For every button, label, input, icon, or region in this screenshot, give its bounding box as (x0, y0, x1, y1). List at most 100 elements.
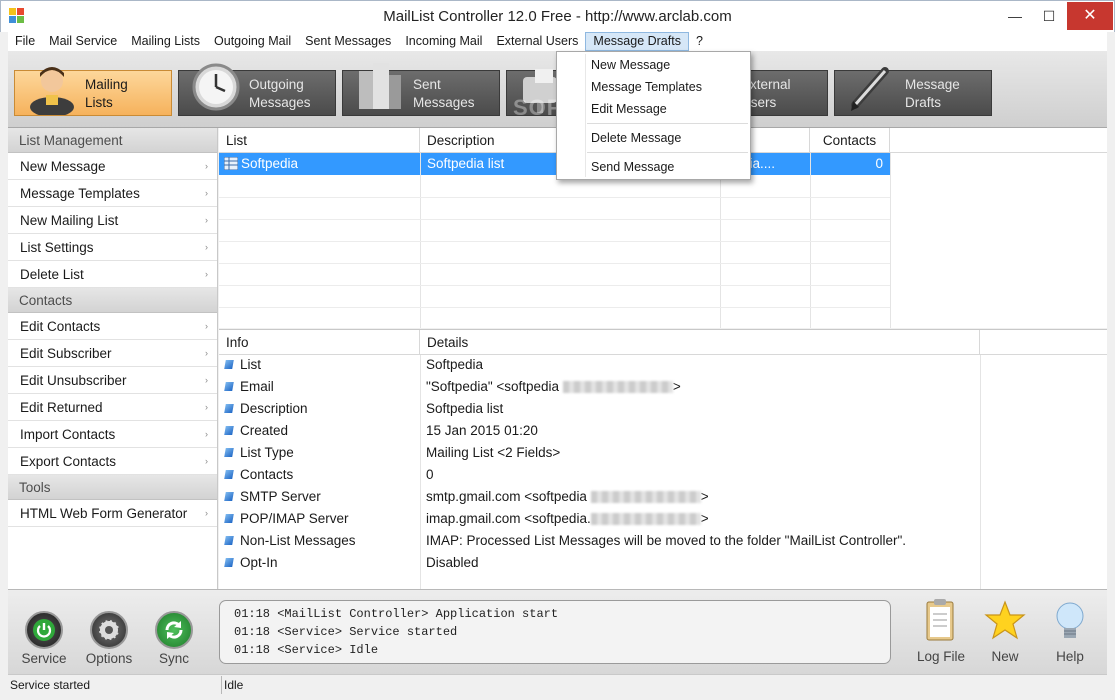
sidebar-item-edit-unsubscriber[interactable]: Edit Unsubscriber › (8, 367, 217, 394)
sidebar-item-message-templates[interactable]: Message Templates › (8, 180, 217, 207)
new-button[interactable]: New (975, 598, 1035, 664)
column-header-details[interactable]: Details (420, 330, 980, 355)
menu-mail-service[interactable]: Mail Service (42, 32, 124, 51)
sidebar-section-tools: Tools (8, 475, 217, 500)
sidebar-item-label: Import Contacts (20, 427, 116, 442)
sidebar-item-label: Delete List (20, 267, 84, 282)
list-name-cell[interactable]: Softpedia (219, 153, 420, 175)
detail-row-list-type[interactable]: List Type Mailing List <2 Fields> (219, 442, 1107, 464)
diamond-bullet-icon (224, 360, 234, 369)
detail-value: Softpedia (426, 357, 484, 372)
chevron-right-icon: › (205, 402, 208, 412)
toolbar-sent-messages[interactable]: Sent Messages (342, 63, 500, 116)
sync-button[interactable]: Sync (144, 611, 204, 666)
detail-value: 15 Jan 2015 01:20 (426, 423, 538, 438)
clipboard-icon (926, 599, 954, 641)
minimize-button[interactable]: — (998, 2, 1032, 30)
options-button[interactable]: Options (79, 611, 139, 666)
sidebar-item-delete-list[interactable]: Delete List › (8, 261, 217, 288)
detail-row-pop-imap-server[interactable]: POP/IMAP Server imap.gmail.com <softpedi… (219, 508, 1107, 530)
column-header-contacts[interactable]: Contacts (810, 128, 890, 153)
chevron-right-icon: › (205, 242, 208, 252)
sidebar-item-new-message[interactable]: New Message › (8, 153, 217, 180)
sidebar-item-label: New Mailing List (20, 213, 119, 228)
menu-help[interactable]: ? (689, 32, 710, 51)
sidebar-item-import-contacts[interactable]: Import Contacts › (8, 421, 217, 448)
chevron-right-icon: › (205, 269, 208, 279)
detail-row-email[interactable]: Email "Softpedia" <softpedia > (219, 376, 1107, 398)
toolbar-drafts-line1: Message (905, 77, 960, 92)
chevron-right-icon: › (205, 348, 208, 358)
sidebar-item-edit-subscriber[interactable]: Edit Subscriber › (8, 340, 217, 367)
detail-value: IMAP: Processed List Messages will be mo… (426, 533, 907, 548)
sidebar-item-export-contacts[interactable]: Export Contacts › (8, 448, 217, 475)
menu-sent-messages[interactable]: Sent Messages (298, 32, 398, 51)
detail-key: Opt-In (240, 555, 278, 570)
list-contacts-cell[interactable]: 0 (810, 153, 890, 175)
menu-external-users[interactable]: External Users (489, 32, 585, 51)
detail-value: 0 (426, 467, 434, 482)
chevron-right-icon: › (205, 456, 208, 466)
menu-mailing-lists[interactable]: Mailing Lists (124, 32, 207, 51)
sidebar-item-label: Edit Unsubscriber (20, 373, 127, 388)
detail-key: SMTP Server (240, 489, 321, 504)
service-button[interactable]: Service (14, 611, 74, 666)
diamond-bullet-icon (224, 426, 234, 435)
detail-row-description[interactable]: Description Softpedia list (219, 398, 1107, 420)
sidebar-item-new-mailing-list[interactable]: New Mailing List › (8, 207, 217, 234)
help-button[interactable]: Help (1040, 598, 1100, 664)
redacted-text (562, 381, 673, 394)
detail-row-opt-in[interactable]: Opt-In Disabled (219, 552, 1107, 574)
detail-key: Email (240, 379, 274, 394)
user-avatar-icon (30, 67, 74, 115)
sidebar-item-edit-contacts[interactable]: Edit Contacts › (8, 313, 217, 340)
redacted-text (590, 513, 701, 526)
detail-value: Disabled (426, 555, 479, 570)
sidebar-item-list-settings[interactable]: List Settings › (8, 234, 217, 261)
detail-row-non-list-messages[interactable]: Non-List Messages IMAP: Processed List M… (219, 530, 1107, 552)
table-row[interactable]: Softpedia Softpedia list pedia.... 0 (219, 153, 890, 175)
sync-icon (155, 611, 193, 649)
chevron-right-icon: › (205, 188, 208, 198)
toolbar-message-drafts[interactable]: Message Drafts (834, 67, 992, 116)
toolbar-outgoing-line2: Messages (249, 95, 311, 110)
sidebar-item-edit-returned[interactable]: Edit Returned › (8, 394, 217, 421)
menu-outgoing-mail[interactable]: Outgoing Mail (207, 32, 298, 51)
toolbar-mailing-lists[interactable]: Mailing Lists (14, 67, 172, 116)
column-header-list[interactable]: List (219, 128, 420, 153)
toolbar-outgoing-messages[interactable]: Outgoing Messages (178, 63, 336, 116)
diamond-bullet-icon (224, 536, 234, 545)
diamond-bullet-icon (224, 558, 234, 567)
detail-key: POP/IMAP Server (240, 511, 349, 526)
new-label: New (991, 649, 1019, 664)
detail-value-tail: > (672, 379, 681, 394)
toolbar-sent-line2: Messages (413, 95, 475, 110)
sidebar-item-html-web-form-generator[interactable]: HTML Web Form Generator › (8, 500, 217, 527)
detail-row-created[interactable]: Created 15 Jan 2015 01:20 (219, 420, 1107, 442)
detail-row-smtp-server[interactable]: SMTP Server smtp.gmail.com <softpedia > (219, 486, 1107, 508)
toolbar-mailing-lists-line2: Lists (85, 95, 113, 110)
chevron-right-icon: › (205, 161, 208, 171)
maximize-button[interactable]: ☐ (1032, 2, 1066, 30)
detail-value: Mailing List <2 Fields> (426, 445, 561, 460)
options-button-label: Options (85, 651, 133, 666)
close-button[interactable]: ✕ (1067, 2, 1113, 30)
toolbar-sent-line1: Sent (413, 77, 441, 92)
column-header-info[interactable]: Info (219, 330, 420, 355)
detail-row-contacts[interactable]: Contacts 0 (219, 464, 1107, 486)
chevron-right-icon: › (205, 508, 208, 518)
menu-incoming-mail[interactable]: Incoming Mail (398, 32, 489, 51)
list-name: Softpedia (241, 156, 299, 171)
detail-row-list[interactable]: List Softpedia (219, 354, 1107, 376)
sidebar-section-list-management: List Management (8, 128, 217, 153)
pen-icon (851, 67, 889, 111)
detail-value: imap.gmail.com <softpedia. (426, 511, 591, 526)
menu-separator (587, 152, 748, 153)
menu-message-drafts[interactable]: Message Drafts (585, 32, 689, 51)
diamond-bullet-icon (224, 448, 234, 457)
menu-file[interactable]: File (8, 32, 42, 51)
sidebar-item-label: New Message (20, 159, 106, 174)
detail-value-tail: > (700, 511, 709, 526)
log-file-button[interactable]: Log File (911, 598, 971, 664)
detail-key: List Type (240, 445, 294, 460)
